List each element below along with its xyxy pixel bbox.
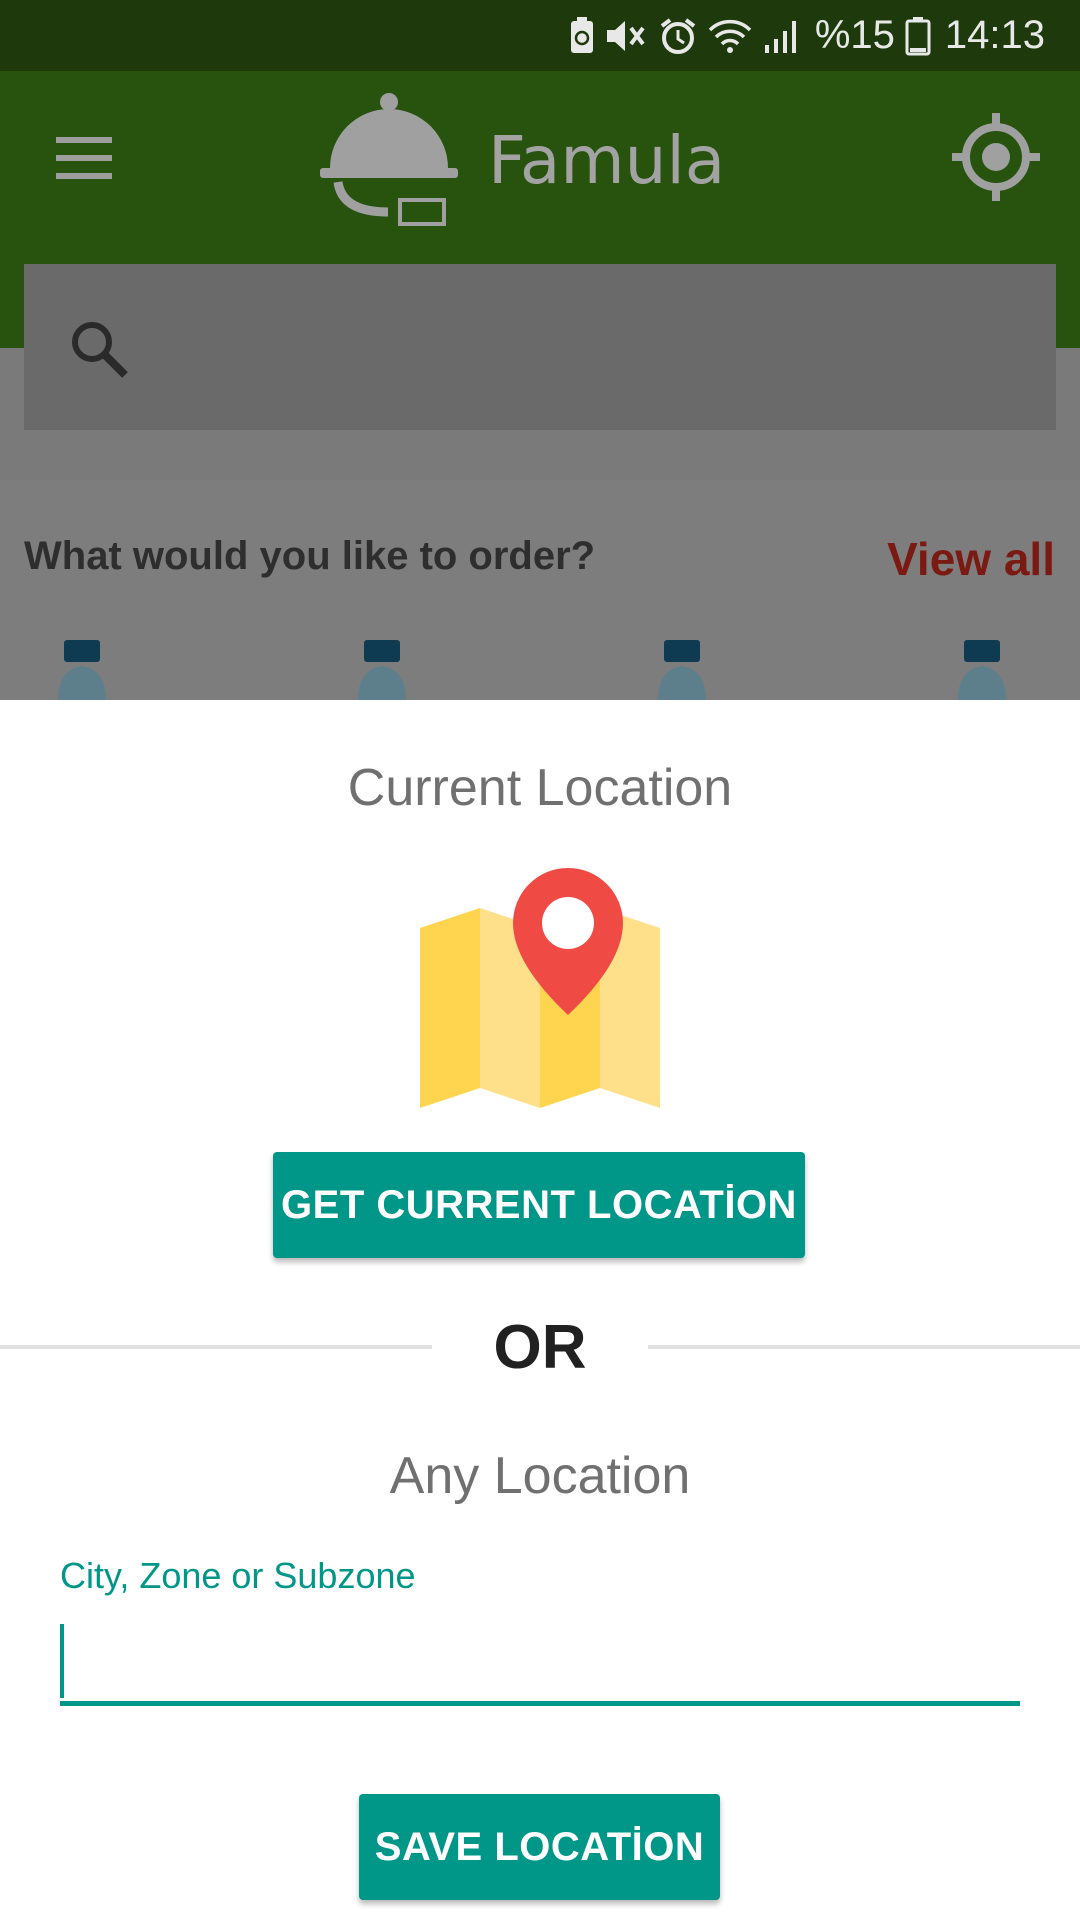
map-pin-icon: [420, 868, 660, 1108]
wifi-icon: [708, 19, 752, 53]
order-section: [0, 480, 1080, 700]
status-bar: %15 14:13: [0, 0, 1080, 71]
brand: Famula: [318, 85, 725, 235]
any-location-title: Any Location: [389, 1447, 691, 1505]
crosshair-location-icon[interactable]: [950, 111, 1042, 203]
hamburger-menu-icon[interactable]: [56, 137, 112, 179]
current-location-title: Current Location: [347, 759, 733, 817]
text-caret: [60, 1624, 64, 1698]
location-field-label: City, Zone or Subzone: [60, 1555, 416, 1596]
mute-icon: [606, 20, 645, 51]
water-bottle-icon[interactable]: [352, 640, 412, 700]
get-current-location-button[interactable]: GET CURRENT LOCATİON: [273, 1152, 805, 1258]
battery-percent: %15: [814, 13, 895, 57]
app-title: Famula: [488, 121, 726, 199]
water-bottle-icon[interactable]: [652, 640, 712, 700]
battery-icon: [905, 16, 931, 55]
status-icons: [569, 16, 801, 55]
water-bottle-icon[interactable]: [52, 640, 112, 700]
clock: 14:13: [944, 13, 1045, 57]
water-bottle-icon[interactable]: [952, 640, 1012, 700]
save-location-button[interactable]: SAVE LOCATİON: [359, 1794, 720, 1900]
location-dialog: Current Location GET CURRENT LOCATİON OR…: [0, 700, 1080, 1920]
location-input[interactable]: [60, 1620, 1020, 1706]
search-icon: [72, 322, 128, 378]
food-cloche-icon: [320, 93, 458, 226]
battery-saver-icon: [570, 16, 593, 53]
alarm-icon: [660, 17, 696, 54]
order-section-title: What would you like to order?: [24, 534, 596, 578]
signal-icon: [764, 20, 796, 53]
or-separator: OR: [493, 1313, 587, 1382]
view-all-link[interactable]: View all: [887, 532, 1055, 586]
search-bar[interactable]: [24, 264, 1056, 430]
